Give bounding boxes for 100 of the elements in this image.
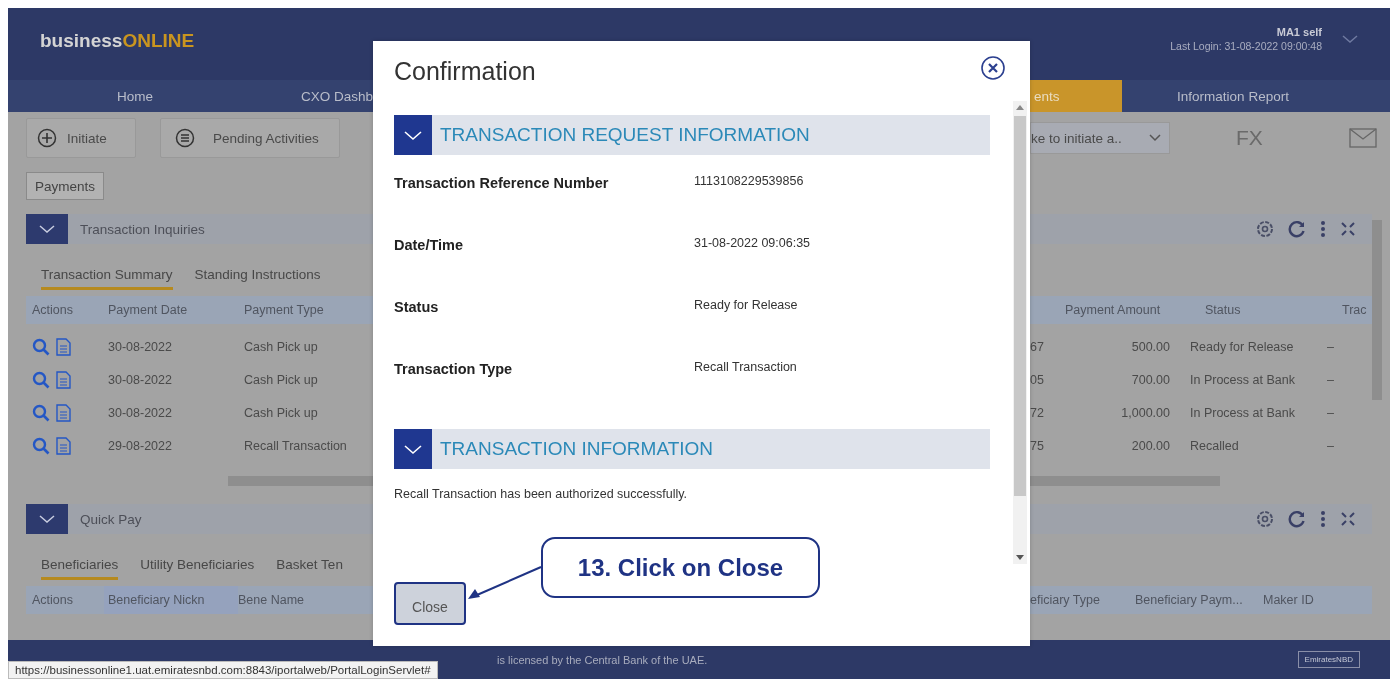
column-header[interactable]: Beneficiary Paym... [1135,593,1263,607]
scrollbar[interactable] [1013,101,1027,564]
close-icon[interactable] [980,55,1006,81]
nav-tab[interactable]: Information Report [1122,80,1344,112]
table-cell-text: 30-08-2022 [108,339,173,354]
user-name: MA1 self [1275,26,1322,38]
instruction-callout: 13. Click on Close [541,537,820,598]
section-title: TRANSACTION INFORMATION [440,438,714,460]
column-header[interactable]: Beneficiary Nickn [104,586,238,614]
collapse-button[interactable] [26,504,68,534]
section-title: TRANSACTION REQUEST INFORMATION [440,124,810,146]
scrollbar[interactable] [1030,476,1220,486]
document-icon[interactable] [56,337,71,356]
field-label: Transaction Type [394,361,514,379]
sub-tab[interactable]: Beneficiaries [41,557,119,580]
collapse-arrows-icon[interactable] [1340,511,1356,527]
table-cell-text: 1,000.00 [1120,405,1170,420]
table-cell-text: – [1327,372,1335,387]
collapse-button[interactable] [394,429,432,469]
nav-tab[interactable]: Home [26,80,244,112]
scroll-up-icon[interactable] [1016,105,1024,110]
table-cell-text: 05 [1030,372,1045,387]
column-header[interactable]: eficiary Type [1030,593,1135,607]
last-login: Last Login: 31-08-2022 09:00:48 [1170,40,1322,52]
table-cell-text: In Process at Bank [1189,405,1296,420]
column-header[interactable]: Actions [32,303,108,317]
table-cell-text: 72 [1030,405,1045,420]
table-cell-text: 500.00 [1130,339,1170,354]
search-icon[interactable] [32,436,50,455]
table-cell-text: Recall Transaction [244,438,348,453]
success-message: Recall Transaction has been authorized successfully. [394,487,688,501]
document-icon[interactable] [56,370,71,389]
nav-tab[interactable]: ents [1030,80,1122,112]
column-header[interactable]: Payment Amount [1065,303,1205,317]
scrollbar[interactable] [228,476,373,486]
table-cell-text: – [1327,438,1335,453]
settings-icon[interactable] [1256,510,1274,528]
logo: businessONLINE [39,30,196,52]
module-tab[interactable]: Payments [26,172,105,200]
panel-title: Quick Pay [80,511,142,527]
table-cell-text: In Process at Bank [1189,372,1296,387]
plus-icon [37,128,57,148]
column-header[interactable]: Trac [1342,303,1372,317]
refresh-icon[interactable] [1288,220,1306,238]
sub-tab[interactable]: Transaction Summary [41,267,173,290]
collapse-button[interactable] [26,214,68,244]
search-icon[interactable] [32,403,50,422]
brand-logo: EmiratesNBD [1297,651,1360,668]
document-icon[interactable] [56,403,71,422]
caret-icon [1149,134,1161,142]
sub-tab[interactable]: Utility Beneficiaries [140,557,255,580]
kebab-menu-icon[interactable] [1320,220,1326,238]
nav-tab[interactable]: CXO Dashb [300,80,373,112]
field-value: Ready for Release [694,298,798,314]
sub-tab[interactable]: Standing Instructions [194,267,321,290]
settings-icon[interactable] [1256,220,1274,238]
column-header[interactable]: Status [1205,303,1342,317]
column-header[interactable]: Payment Date [108,303,244,317]
toolbar-button[interactable]: Pending Activities [160,118,340,158]
chevron-icon [39,514,55,524]
search-icon[interactable] [32,370,50,389]
chevron-icon [404,129,422,141]
field-label: Date/Time [394,237,465,255]
field-value: 31-08-2022 09:06:35 [694,236,811,252]
table-cell-text: 29-08-2022 [108,438,173,453]
search-icon[interactable] [32,337,50,356]
fx-link[interactable]: FX [1236,126,1263,150]
chevron-icon [404,443,422,455]
refresh-icon[interactable] [1288,510,1306,528]
footer-notice: is licensed by the Central Bank of the UAE. [497,653,708,666]
table-cell-text: – [1327,405,1335,420]
field-value: Recall Transaction [694,360,797,376]
toolbar-button[interactable]: Initiate [26,118,136,158]
mail-icon[interactable] [1348,128,1377,148]
document-icon[interactable] [56,436,71,455]
table-cell-text: 30-08-2022 [108,372,173,387]
table-cell-text: – [1327,339,1335,354]
collapse-button[interactable] [394,115,432,155]
table-cell-text: Ready for Release [1189,339,1295,354]
collapse-arrows-icon[interactable] [1340,221,1356,237]
table-cell-text: 700.00 [1130,372,1170,387]
action-dropdown[interactable]: ke to initiate a.. [1030,122,1170,154]
sub-tab[interactable]: Basket Ten [276,557,343,580]
kebab-menu-icon[interactable] [1320,510,1326,528]
status-url: https://businessonline1.uat.emiratesnbd.com:8843/iportalweb/PortalLoginServlet# [8,661,438,679]
column-header[interactable]: Maker ID [1263,593,1372,607]
table-cell-text: Recalled [1189,438,1240,453]
table-cell-text: Cash Pick up [244,372,319,387]
scrollbar[interactable] [1372,220,1382,400]
chevron-icon[interactable] [1342,34,1358,44]
table-cell-text: 200.00 [1130,438,1170,453]
table-cell-text: Cash Pick up [244,405,319,420]
close-button[interactable]: Close [394,582,466,625]
column-header[interactable]: Payment Type [244,303,373,317]
panel-title: Transaction Inquiries [80,221,205,237]
scroll-down-icon[interactable] [1016,555,1024,560]
chevron-icon [39,224,55,234]
column-header[interactable]: Bene Name [238,593,373,607]
dialog-title: Confirmation [394,57,536,86]
list-icon [175,128,195,148]
